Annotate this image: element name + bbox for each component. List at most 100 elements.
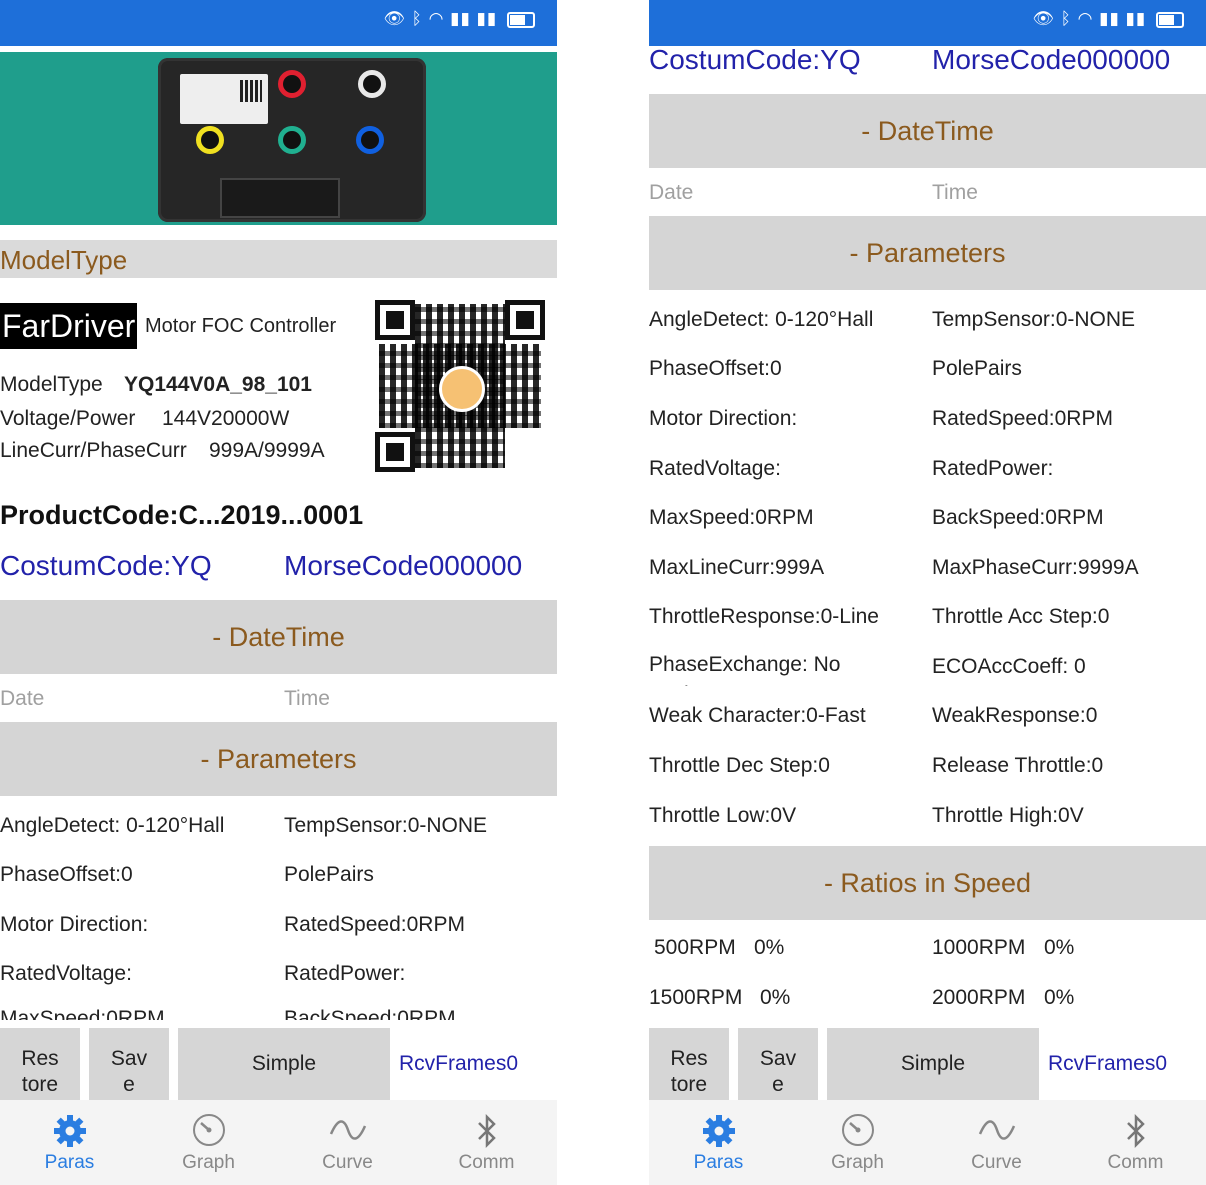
param-eco-acc-coeff: ECOAccCoeff: 0	[932, 655, 1086, 678]
ratio-pct-2000: 0%	[1044, 986, 1075, 1009]
param-throttle-response: ThrottleResponse:0-Line	[649, 605, 879, 628]
controller-image	[158, 58, 426, 222]
status-icons: 👁 ᛒ ◠ ▮▮ ▮▮	[1032, 9, 1184, 29]
tab-paras[interactable]: Paras	[0, 1100, 139, 1185]
ratios-section-toggle[interactable]: - Ratios in Speed	[649, 846, 1206, 920]
param-phase-offset: PhaseOffset:0	[649, 357, 782, 380]
param-max-phase-curr: MaxPhaseCurr:9999A	[932, 556, 1139, 579]
wave-icon	[978, 1120, 1015, 1140]
param-throttle-dec-step: Throttle Dec Step:0	[649, 754, 830, 777]
param-back-speed: BackSpeed:0RPM	[284, 1007, 456, 1020]
param-motor-direction: Motor Direction:	[0, 913, 149, 936]
gauge-icon	[192, 1114, 225, 1146]
tab-comm[interactable]: Comm	[417, 1100, 556, 1185]
current-value: 999A/9999A	[209, 439, 325, 462]
date-label: Date	[649, 181, 694, 204]
param-throttle-high: Throttle High:0V	[932, 804, 1084, 827]
param-rated-voltage: RatedVoltage:	[649, 457, 781, 480]
simple-button[interactable]: Simple	[827, 1028, 1039, 1100]
qr-code	[375, 300, 545, 472]
ratio-pct-500: 0%	[754, 936, 785, 959]
bottom-tab-bar: Paras Graph Curve Comm	[0, 1100, 557, 1185]
brand-logo: FarDriver	[0, 303, 138, 349]
tab-paras[interactable]: Paras	[649, 1100, 788, 1185]
gear-icon	[53, 1115, 86, 1147]
param-rated-power: RatedPower:	[284, 962, 406, 985]
model-type-heading-bar: ModelType	[0, 240, 557, 278]
parameters-section-toggle[interactable]: - Parameters	[649, 216, 1206, 290]
param-release-throttle: Release Throttle:0	[932, 754, 1104, 777]
tab-graph-label: Graph	[182, 1152, 235, 1173]
ratio-pct-1000: 0%	[1044, 936, 1075, 959]
restore-button[interactable]: Res tore	[0, 1028, 80, 1100]
costum-code: CostumCode:YQ	[0, 550, 212, 581]
tab-curve-label: Curve	[322, 1152, 373, 1173]
gear-icon	[702, 1115, 735, 1147]
tab-paras-label: Paras	[693, 1152, 744, 1173]
simple-button[interactable]: Simple	[178, 1028, 390, 1100]
param-max-speed: MaxSpeed:0RPM	[0, 1007, 165, 1020]
param-throttle-acc-step: Throttle Acc Step:0	[932, 605, 1110, 628]
param-throttle-low: Throttle Low:0V	[649, 804, 797, 827]
param-max-line-curr: MaxLineCurr:999A	[649, 556, 825, 579]
param-max-speed: MaxSpeed:0RPM	[649, 506, 814, 529]
voltage-power-label: Voltage/Power	[0, 407, 136, 430]
parameters-section-toggle[interactable]: - Parameters	[0, 722, 557, 796]
param-phase-exchange-cell: PhaseExchange: No Exchange	[649, 650, 889, 686]
ratio-pct-1500: 0%	[760, 986, 791, 1009]
status-bar: 👁 ᛒ ◠ ▮▮ ▮▮	[0, 0, 557, 46]
wave-icon	[329, 1120, 366, 1140]
param-phase-exchange: PhaseExchange: No Exchange	[649, 653, 841, 686]
tab-graph-label: Graph	[831, 1152, 884, 1173]
date-label: Date	[0, 687, 45, 710]
param-temp-sensor: TempSensor:0-NONE	[932, 308, 1136, 331]
param-phase-offset: PhaseOffset:0	[0, 863, 133, 886]
param-back-speed: BackSpeed:0RPM	[932, 506, 1104, 529]
status-bar: 👁 ᛒ ◠ ▮▮ ▮▮	[649, 0, 1206, 46]
tab-graph[interactable]: Graph	[139, 1100, 278, 1185]
param-rated-power: RatedPower:	[932, 457, 1054, 480]
brand-logo-text: FarDriver	[2, 308, 136, 344]
datetime-section-toggle[interactable]: - DateTime	[649, 94, 1206, 168]
param-weak-response: WeakResponse:0	[932, 704, 1098, 727]
morse-code: MorseCode000000	[932, 44, 1171, 75]
tab-comm[interactable]: Comm	[1066, 1100, 1205, 1185]
model-type-heading: ModelType	[0, 245, 128, 275]
ratio-rpm-2000: 2000RPM	[932, 986, 1026, 1009]
bluetooth-icon	[477, 1113, 496, 1149]
battery-icon	[507, 11, 535, 28]
qr-logo-icon	[439, 366, 485, 412]
param-pole-pairs: PolePairs	[932, 357, 1022, 380]
battery-icon	[1156, 11, 1184, 28]
restore-label: Res tore	[670, 1047, 708, 1096]
restore-button[interactable]: Res tore	[649, 1028, 729, 1100]
datetime-section-toggle[interactable]: - DateTime	[0, 600, 557, 674]
param-angle-detect: AngleDetect: 0-120°Hall	[649, 308, 874, 331]
time-label: Time	[284, 687, 330, 710]
save-button[interactable]: Sav e	[89, 1028, 169, 1100]
status-icons: 👁 ᛒ ◠ ▮▮ ▮▮	[383, 9, 535, 29]
param-rated-speed: RatedSpeed:0RPM	[932, 407, 1113, 430]
save-button[interactable]: Sav e	[738, 1028, 818, 1100]
tab-curve-label: Curve	[971, 1152, 1022, 1173]
ratio-rpm-500: 500RPM	[654, 936, 736, 959]
model-type-label: ModelType	[0, 373, 103, 396]
action-bar: Res tore Sav e Simple RcvFrames0	[649, 1028, 1206, 1100]
restore-label: Res tore	[21, 1047, 59, 1096]
gauge-icon	[841, 1114, 874, 1146]
param-pole-pairs: PolePairs	[284, 863, 374, 886]
controller-photo	[0, 52, 557, 225]
bottom-tab-bar: Paras Graph Curve Comm	[649, 1100, 1206, 1185]
tab-comm-label: Comm	[1107, 1152, 1164, 1173]
param-weak-character: Weak Character:0-Fast	[649, 704, 866, 727]
param-rated-voltage: RatedVoltage:	[0, 962, 132, 985]
tab-graph[interactable]: Graph	[788, 1100, 927, 1185]
model-type-value: YQ144V0A_98_101	[124, 373, 312, 396]
rcv-frames-counter: RcvFrames0	[399, 1052, 519, 1075]
tab-curve[interactable]: Curve	[278, 1100, 417, 1185]
tab-comm-label: Comm	[458, 1152, 515, 1173]
brand-subtitle: Motor FOC Controller	[145, 315, 337, 337]
tab-curve[interactable]: Curve	[927, 1100, 1066, 1185]
param-temp-sensor: TempSensor:0-NONE	[284, 814, 488, 837]
save-label: Sav e	[110, 1047, 148, 1096]
